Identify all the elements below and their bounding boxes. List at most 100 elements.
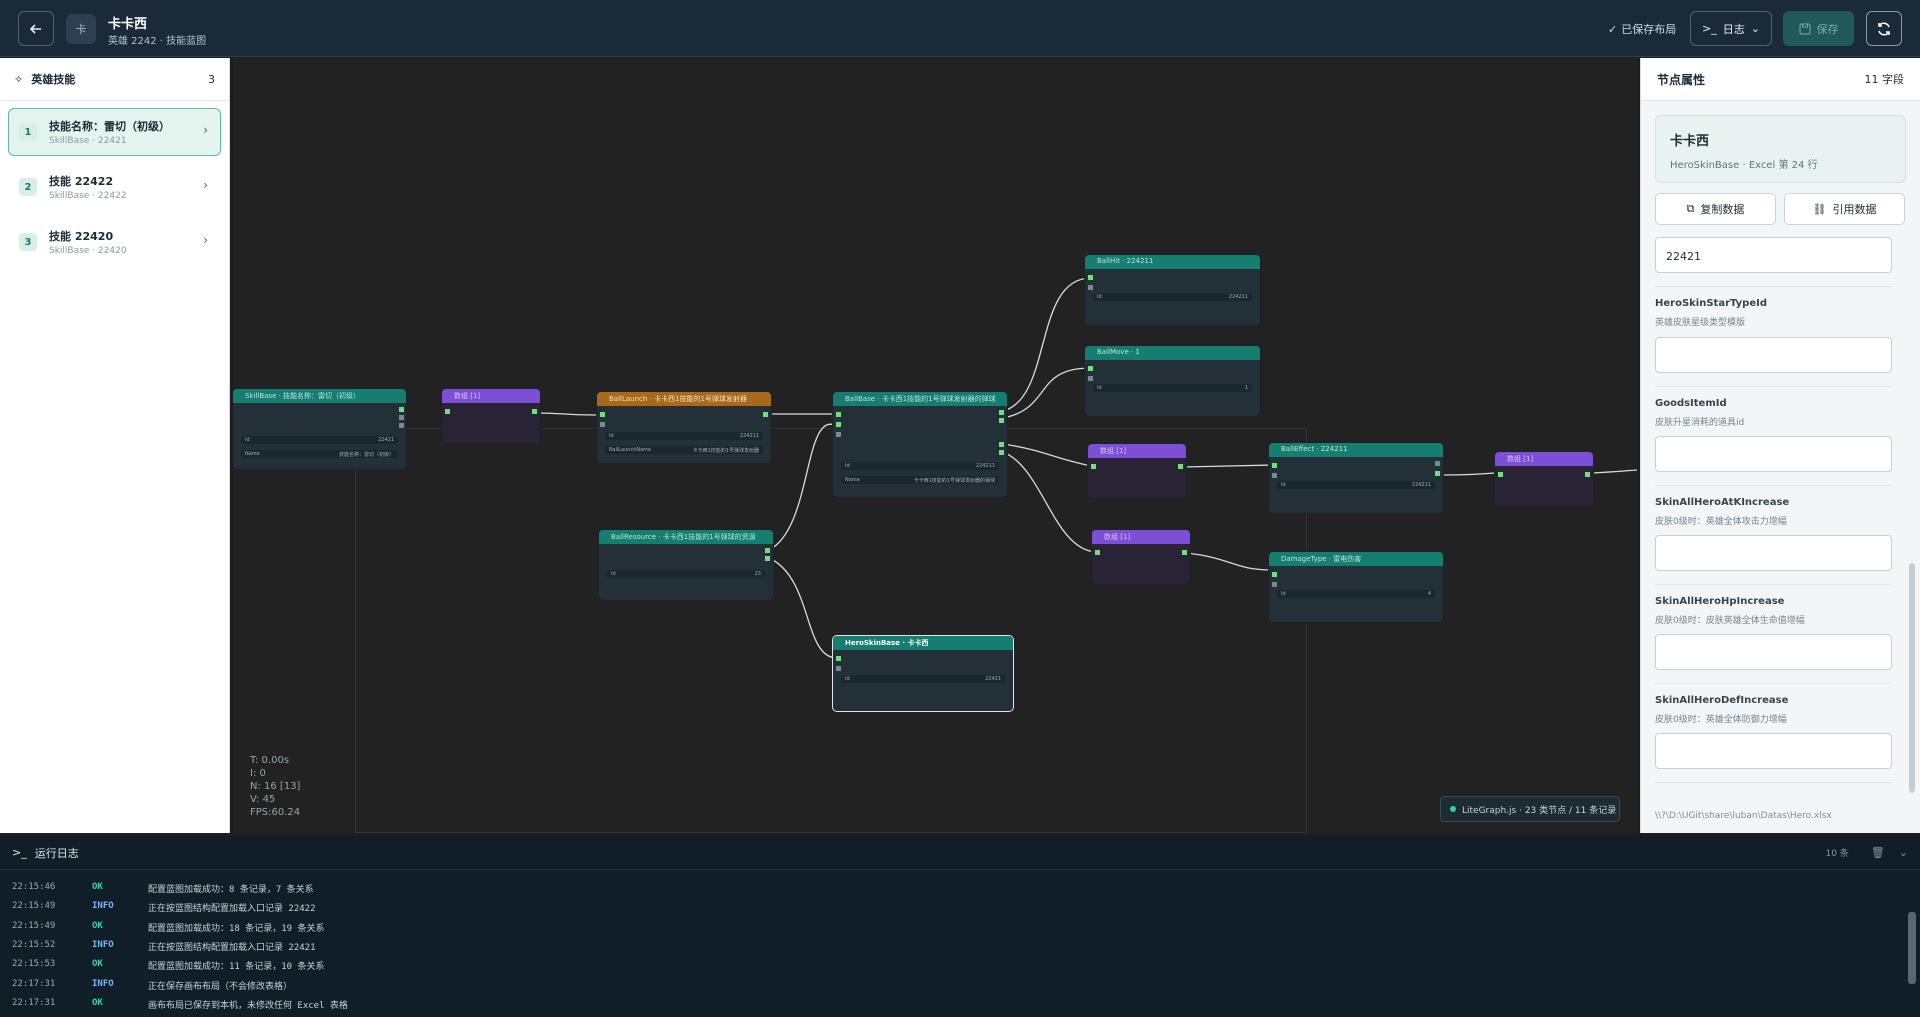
skin-atk-increase-field[interactable]	[1655, 535, 1892, 571]
graph-node-ballbase[interactable]: BallBase · 卡卡西1技能的1号弹球发射器的弹球 Id 224211 Na…	[833, 392, 1007, 497]
back-button[interactable]	[18, 11, 54, 46]
input-port[interactable]	[836, 666, 841, 671]
output-port[interactable]	[765, 548, 770, 553]
node-field-row: BallLaunchName 卡卡西1技能的1号弹球发射器	[605, 446, 763, 454]
graph-link	[768, 557, 838, 659]
link-icon: ⛓	[1812, 202, 1827, 216]
output-port[interactable]	[1178, 464, 1183, 469]
output-port[interactable]	[1435, 461, 1440, 466]
input-port[interactable]	[1498, 472, 1503, 477]
skill-item[interactable]: 2 技能 22422 SkillBase · 22422 ›	[8, 163, 221, 211]
graph-node-heroskinbase[interactable]: HeroSkinBase · 卡卡西 Id 22421	[833, 636, 1013, 711]
output-port[interactable]	[1182, 550, 1187, 555]
input-port[interactable]	[445, 409, 450, 414]
log-scrollbar[interactable]	[1908, 872, 1916, 1014]
node-field-value: 224211	[1411, 482, 1431, 488]
input-port[interactable]	[1088, 366, 1093, 371]
output-port[interactable]	[765, 556, 770, 561]
scrollbar-thumb[interactable]	[1908, 912, 1916, 984]
node-field-key: Id	[1097, 294, 1102, 300]
graph-canvas[interactable]: SkillBase · 技能名称：雷切（初级） Id 22421 Name 技能名称…	[233, 58, 1637, 833]
skin-def-increase-field[interactable]	[1655, 733, 1892, 769]
input-port[interactable]	[1091, 464, 1096, 469]
node-field-value: 23	[754, 571, 761, 577]
graph-node-ballresource[interactable]: BallResource · 卡卡西1技能的1号弹球的资源 Id 23	[599, 530, 773, 600]
graph-node-array[interactable]: 数组 [1]	[1088, 444, 1186, 498]
field-description: 皮肤0级时：皮肤英雄全体生命值增幅	[1655, 616, 1805, 626]
input-port[interactable]	[1095, 550, 1100, 555]
node-field-row: Id 1	[1093, 384, 1252, 392]
node-field-row: Name 技能名称：雷切（初级）	[241, 450, 398, 458]
output-port[interactable]	[763, 412, 768, 417]
id-field[interactable]: 22421	[1655, 237, 1892, 273]
input-port[interactable]	[1088, 376, 1093, 381]
node-field-row: Name 卡卡西1技能的1号弹球发射器的弹球	[841, 476, 999, 484]
node-field-key: Name	[845, 477, 860, 483]
refresh-button[interactable]	[1866, 11, 1902, 46]
output-port[interactable]	[399, 407, 404, 412]
graph-node-array[interactable]: 数组 [1]	[1092, 530, 1190, 584]
output-port[interactable]	[532, 409, 537, 414]
trash-icon[interactable]: 🗑	[1871, 846, 1885, 859]
skill-index: 2	[19, 178, 37, 196]
log-count: 10 条	[1825, 849, 1849, 859]
input-port[interactable]	[836, 432, 841, 437]
record-source: HeroSkinBase · Excel 第 24 行	[1670, 160, 1818, 171]
input-port[interactable]	[1272, 463, 1277, 468]
node-field-value: 224211	[739, 433, 759, 439]
input-port[interactable]	[1272, 582, 1277, 587]
save-button[interactable]: 保存	[1783, 11, 1854, 46]
input-port[interactable]	[836, 412, 841, 417]
node-field-row: Id 224211	[841, 462, 999, 470]
input-port[interactable]	[600, 412, 605, 417]
skill-item[interactable]: 3 技能 22420 SkillBase · 22420 ›	[8, 218, 221, 266]
graph-node-balleffect[interactable]: BallEffect · 224211 Id 224211	[1269, 443, 1443, 513]
page-subtitle: 英雄 2242 · 技能蓝图	[108, 36, 207, 47]
properties-header: 节点属性 11 字段	[1641, 58, 1920, 101]
node-title: BallHit · 224211	[1085, 255, 1260, 269]
input-port[interactable]	[1088, 275, 1093, 280]
scrollbar-thumb[interactable]	[1909, 563, 1915, 793]
input-port[interactable]	[836, 656, 841, 661]
input-port[interactable]	[1088, 285, 1093, 290]
chevron-down-icon[interactable]: ⌄	[1899, 846, 1908, 859]
graph-node-ballmove[interactable]: BallMove · 1 Id 1	[1085, 346, 1260, 416]
input-port[interactable]	[836, 422, 841, 427]
input-port[interactable]	[600, 422, 605, 427]
stat-time: T: 0.00s	[250, 755, 290, 766]
litegraph-badge: LiteGraph.js · 23 类节点 / 11 条记录	[1440, 796, 1620, 822]
output-port[interactable]	[999, 418, 1004, 423]
reference-data-button[interactable]: ⛓ 引用数据	[1784, 193, 1905, 225]
graph-link	[1181, 464, 1274, 468]
log-button[interactable]: >_ 日志 ⌄	[1690, 11, 1772, 46]
input-port[interactable]	[1272, 572, 1277, 577]
output-port[interactable]	[999, 450, 1004, 455]
graph-node-array[interactable]: 数组 [1]	[1495, 452, 1593, 506]
graph-node-damagetype[interactable]: DamageType · 雷电伤害 Id 4	[1269, 552, 1443, 622]
node-field-value: 1	[1244, 385, 1248, 391]
graph-node-skillbase[interactable]: SkillBase · 技能名称：雷切（初级） Id 22421 Name 技能名称…	[233, 389, 406, 469]
hero-skin-star-type-field[interactable]	[1655, 337, 1892, 373]
graph-node-ballhit[interactable]: BallHit · 224211 Id 224211	[1085, 255, 1260, 325]
skill-item[interactable]: 1 技能名称：雷切（初级） SkillBase · 22421 ›	[8, 108, 221, 156]
log-panel-header: >_ 运行日志 10 条 🗑 ⌄	[0, 836, 1920, 870]
output-port[interactable]	[999, 442, 1004, 447]
output-port[interactable]	[399, 415, 404, 420]
graph-node-array[interactable]: 数组 [1]	[442, 389, 540, 443]
output-port[interactable]	[1585, 472, 1590, 477]
properties-scrollbar[interactable]	[1909, 208, 1915, 798]
refresh-icon	[1878, 21, 1890, 36]
divider	[1655, 386, 1892, 387]
output-port[interactable]	[1435, 471, 1440, 476]
graph-stats: T: 0.00s I: 0 N: 16 [13] V: 45 FPS:60.24	[250, 754, 300, 819]
copy-data-button[interactable]: ⧉ 复制数据	[1655, 193, 1776, 225]
graph-node-balllaunch[interactable]: BallLaunch · 卡卡西1技能的1号弹球发射器 Id 224211 Bal…	[597, 392, 771, 463]
log-level: INFO	[92, 979, 114, 989]
goods-item-id-field[interactable]	[1655, 436, 1892, 472]
output-port[interactable]	[399, 423, 404, 428]
input-port[interactable]	[1272, 473, 1277, 478]
terminal-icon: >_	[12, 846, 27, 859]
output-port[interactable]	[999, 410, 1004, 415]
skin-hp-increase-field[interactable]	[1655, 634, 1892, 670]
log-row: 22:15:49 OK 配置蓝图加载成功：18 条记录，19 条关系	[12, 921, 325, 935]
